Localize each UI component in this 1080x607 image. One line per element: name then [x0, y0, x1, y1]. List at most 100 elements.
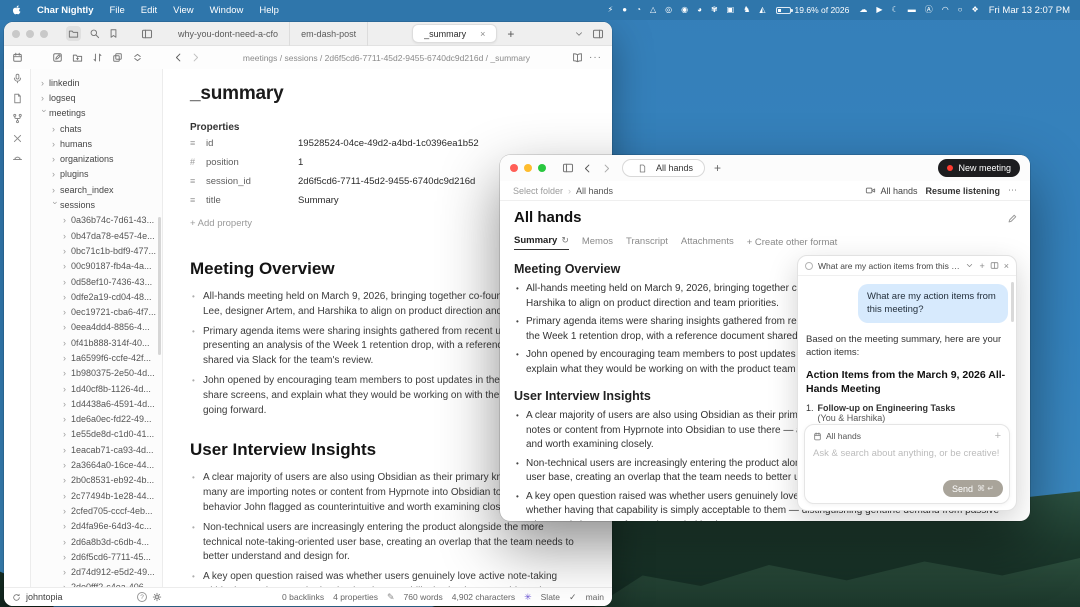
tree-item[interactable]: › 2d74d912-e5d2-49...: [31, 565, 162, 580]
search-icon[interactable]: [89, 28, 100, 39]
sidebar-toggle-icon[interactable]: [562, 162, 574, 174]
menubar-status-icon[interactable]: ✾: [711, 6, 718, 14]
menubar-status-icon[interactable]: ◔: [636, 6, 641, 14]
editor-tab[interactable]: why-you-dont-need-a-cfo: [167, 22, 290, 46]
menu-item[interactable]: Help: [259, 5, 279, 16]
split-panel-icon[interactable]: [990, 261, 999, 270]
tree-item[interactable]: › 0b47da78-e457-4e...: [31, 228, 162, 243]
format-tab[interactable]: Transcript: [626, 236, 668, 250]
menubar-status-icon[interactable]: ◕: [697, 6, 702, 14]
format-tab[interactable]: Summary ↻: [514, 235, 569, 250]
create-format-button[interactable]: + Create other format: [747, 237, 838, 248]
help-icon[interactable]: ?: [137, 592, 147, 602]
menubar-status-icon[interactable]: Ⓐ: [925, 6, 933, 14]
tree-item[interactable]: › logseq: [31, 90, 162, 105]
select-folder-crumb[interactable]: Select folder: [513, 186, 563, 196]
meeting-chip[interactable]: All hands: [865, 185, 917, 196]
menubar-status-icon[interactable]: ▬: [908, 6, 916, 14]
tree-item[interactable]: › 1d4438a6-4591-4d...: [31, 396, 162, 411]
new-meeting-button[interactable]: New meeting: [938, 159, 1020, 177]
menubar-status-icon[interactable]: ◠: [942, 6, 949, 14]
new-note-icon[interactable]: [52, 52, 63, 63]
menubar-status-icon[interactable]: △: [650, 6, 656, 14]
tree-item[interactable]: › 2cfed705-cccf-4eb...: [31, 503, 162, 518]
current-crumb[interactable]: All hands: [576, 186, 613, 196]
left-sidebar-toggle-icon[interactable]: [141, 28, 153, 40]
new-tab-button[interactable]: +: [714, 161, 721, 175]
tree-item[interactable]: › plugins: [31, 167, 162, 182]
context-pill[interactable]: All hands: [813, 431, 861, 441]
stacked-panels-icon[interactable]: [112, 52, 123, 63]
tree-item[interactable]: › 0f41b888-314f-40...: [31, 335, 162, 350]
character-count[interactable]: 4,902 characters: [452, 592, 515, 602]
note-tab-pill[interactable]: All hands: [622, 159, 705, 177]
menubar-status-icon[interactable]: ●: [622, 6, 627, 14]
editor-tab[interactable]: _summary ×: [412, 24, 497, 43]
tree-item[interactable]: › 1d40cf8b-1126-4d...: [31, 381, 162, 396]
microphone-icon[interactable]: [12, 73, 23, 84]
tree-item[interactable]: › 2d6a8b3d-c6db-4...: [31, 534, 162, 549]
close-x-icon[interactable]: [12, 133, 23, 144]
menubar-status-icon[interactable]: ☾: [892, 6, 899, 14]
tree-item[interactable]: › sessions: [31, 197, 162, 212]
tree-item[interactable]: › chats: [31, 121, 162, 136]
tree-item[interactable]: › 2a3664a0-16ce-44...: [31, 457, 162, 472]
close-icon[interactable]: ×: [1004, 261, 1009, 271]
tree-item[interactable]: › 1b980375-2e50-4d...: [31, 366, 162, 381]
active-app-name[interactable]: Char Nightly: [37, 5, 93, 16]
close-icon[interactable]: ×: [480, 29, 485, 39]
format-tab[interactable]: Memos: [582, 236, 613, 250]
new-chat-icon[interactable]: +: [979, 261, 984, 271]
battery-indicator[interactable]: 19.6% of 2026: [776, 5, 850, 15]
chat-scrollbar[interactable]: [1011, 282, 1014, 322]
resume-listening-button[interactable]: Resume listening: [925, 186, 1000, 196]
forward-icon[interactable]: [190, 52, 201, 63]
new-folder-icon[interactable]: [72, 52, 83, 63]
menubar-status-icon[interactable]: ▶: [876, 6, 882, 14]
back-icon[interactable]: [173, 52, 184, 63]
tree-item[interactable]: › 2d6f5cd6-7711-45...: [31, 549, 162, 564]
send-button[interactable]: Send ⌘ ↵: [943, 480, 1003, 497]
menubar-status-icon[interactable]: ⚡: [608, 6, 614, 14]
menubar-status-icon[interactable]: ◎: [665, 6, 672, 14]
tree-item[interactable]: › organizations: [31, 151, 162, 166]
hat-icon[interactable]: [12, 153, 23, 164]
tree-item[interactable]: › 0a36b74c-7d61-43...: [31, 213, 162, 228]
chevron-down-icon[interactable]: [965, 261, 974, 270]
tree-item[interactable]: › 0eea4dd4-8856-4...: [31, 320, 162, 335]
chat-input-box[interactable]: All hands + Ask & search about anything,…: [804, 424, 1010, 504]
menubar-status-icon[interactable]: ▣: [727, 6, 735, 14]
tree-item[interactable]: › 2d4fa96e-64d3-4c...: [31, 519, 162, 534]
tree-item[interactable]: › meetings: [31, 106, 162, 121]
menubar-status-icon[interactable]: ☁: [859, 6, 867, 14]
tree-item[interactable]: › 0dfe2a19-cd04-48...: [31, 289, 162, 304]
chat-title[interactable]: What are my action items from this meet.…: [818, 261, 960, 271]
menubar-status-icon[interactable]: ○: [958, 6, 963, 14]
minimize-window-button[interactable]: [524, 164, 532, 172]
menubar-status-icon[interactable]: ◉: [681, 6, 688, 14]
sidebar-scrollbar[interactable]: [158, 217, 161, 355]
bookmark-icon[interactable]: [108, 28, 119, 39]
refresh-icon[interactable]: ↻: [561, 235, 569, 246]
more-options-icon[interactable]: ⋯: [1008, 185, 1017, 196]
meeting-note-title[interactable]: All hands: [514, 209, 1004, 226]
properties-count[interactable]: 4 properties: [333, 592, 378, 602]
menu-item[interactable]: File: [109, 5, 124, 16]
chevron-down-icon[interactable]: [574, 29, 584, 39]
menubar-clock[interactable]: Fri Mar 13 2:07 PM: [989, 5, 1070, 16]
tree-item[interactable]: › 1e55de8d-c1d0-41...: [31, 427, 162, 442]
edit-note-icon[interactable]: [1007, 213, 1018, 224]
tree-item[interactable]: › 0bc71c1b-bdf9-477...: [31, 243, 162, 258]
calendar-icon[interactable]: [12, 52, 23, 63]
tree-item[interactable]: › 0d58ef10-7436-43...: [31, 274, 162, 289]
git-fork-icon[interactable]: [12, 113, 23, 124]
close-window-button[interactable]: [510, 164, 518, 172]
tree-item[interactable]: › 0ec19721-cba6-4f7...: [31, 304, 162, 319]
sort-icon[interactable]: [92, 52, 103, 63]
note-title[interactable]: _summary: [190, 83, 582, 105]
add-context-icon[interactable]: +: [995, 430, 1001, 442]
vault-switcher[interactable]: johntopia ?: [12, 592, 162, 602]
sync-status-label[interactable]: Slate: [541, 592, 560, 602]
document-icon[interactable]: [12, 93, 23, 104]
menu-item[interactable]: Edit: [141, 5, 157, 16]
